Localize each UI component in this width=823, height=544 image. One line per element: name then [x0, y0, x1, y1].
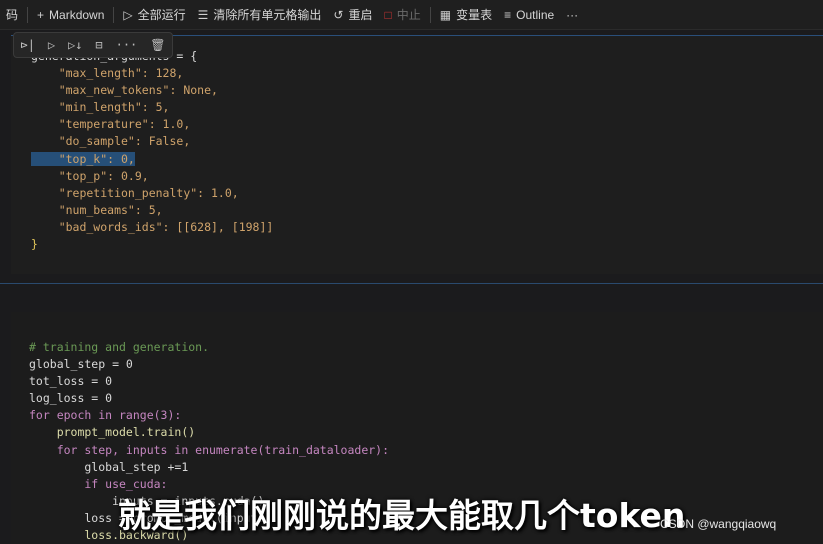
- code-line: global_step +=1: [29, 459, 189, 474]
- more-actions-button[interactable]: ···: [560, 0, 584, 29]
- run-by-line-icon[interactable]: ⊳|: [20, 38, 34, 52]
- code-line-selected: "top_k": 0,: [31, 151, 135, 166]
- csdn-watermark: CSDN @wangqiaowq: [660, 517, 777, 531]
- code-line: "temperature": 1.0,: [31, 117, 191, 132]
- code-line: "num_beams": 5,: [31, 202, 163, 217]
- toolbar-divider: [429, 6, 431, 23]
- clear-outputs-icon: ☰: [197, 7, 209, 22]
- code-line: "repetition_penalty": 1.0,: [31, 185, 239, 200]
- code-comment: # training and generation.: [29, 340, 210, 354]
- cell-divider: [0, 283, 823, 284]
- split-cell-icon[interactable]: ⊟: [95, 38, 102, 52]
- outline-button[interactable]: ≡ Outline: [498, 0, 560, 29]
- interrupt-button[interactable]: □ 中止: [379, 0, 427, 29]
- execute-above-icon[interactable]: ▷: [48, 38, 55, 52]
- variables-label: 变量表: [456, 8, 493, 22]
- run-all-label: 全部运行: [137, 8, 186, 22]
- interrupt-label: 中止: [396, 8, 421, 22]
- plus-icon: +: [37, 7, 45, 22]
- add-markdown-button[interactable]: + Markdown: [31, 0, 110, 29]
- code-cell-generation-arguments[interactable]: generation_arguments = { "max_length": 1…: [11, 35, 823, 274]
- code-line: "min_length": 5,: [31, 100, 170, 115]
- toolbar-divider: [113, 6, 115, 23]
- code-line: for epoch in range(3):: [29, 408, 182, 423]
- code-line: "do_sample": False,: [31, 134, 191, 149]
- clear-outputs-label: 清除所有单元格输出: [213, 8, 322, 22]
- outline-icon: ≡: [504, 7, 512, 22]
- more-actions-label: ···: [566, 7, 579, 22]
- code-line: global_step = 0: [29, 357, 133, 372]
- code-line: "top_p": 0.9,: [31, 168, 149, 183]
- code-line: prompt_model.train(): [29, 425, 196, 440]
- code-line: "bad_words_ids": [[628], [198]]: [31, 219, 274, 234]
- code-line: tot_loss = 0: [29, 374, 113, 389]
- clear-outputs-button[interactable]: ☰ 清除所有单元格输出: [192, 0, 328, 29]
- delete-cell-icon[interactable]: 🗑: [150, 38, 165, 52]
- toolbar-divider: [27, 6, 29, 23]
- restart-button[interactable]: ↺ 重启: [327, 0, 378, 29]
- cell-more-icon[interactable]: ···: [116, 38, 138, 52]
- restart-icon: ↺: [333, 7, 344, 22]
- notebook-toolbar: 码 + Markdown ▷ 全部运行 ☰ 清除所有单元格输出 ↺ 重启 □ 中…: [0, 0, 823, 30]
- code-line: "max_new_tokens": None,: [31, 83, 218, 98]
- stop-icon: □: [384, 7, 392, 22]
- add-markdown-label: Markdown: [49, 7, 105, 22]
- restart-label: 重启: [348, 8, 373, 22]
- code-line: }: [31, 237, 38, 252]
- code-line: log_loss = 0: [29, 391, 113, 406]
- variables-button[interactable]: ▦ 变量表: [434, 0, 498, 29]
- run-all-button[interactable]: ▷ 全部运行: [117, 0, 191, 29]
- cell-toolbar: ⊳| ▷ ▷↓ ⊟ ··· 🗑: [13, 32, 173, 58]
- code-button-label: 码: [6, 8, 19, 22]
- execute-below-icon[interactable]: ▷↓: [68, 38, 82, 52]
- code-button[interactable]: 码: [0, 0, 24, 29]
- outline-label: Outline: [516, 7, 555, 22]
- code-line: "max_length": 128,: [31, 66, 184, 81]
- code-editor[interactable]: generation_arguments = { "max_length": 1…: [31, 48, 273, 253]
- code-line: for step, inputs in enumerate(train_data…: [29, 442, 390, 457]
- play-icon: ▷: [123, 7, 133, 22]
- variables-icon: ▦: [439, 7, 452, 22]
